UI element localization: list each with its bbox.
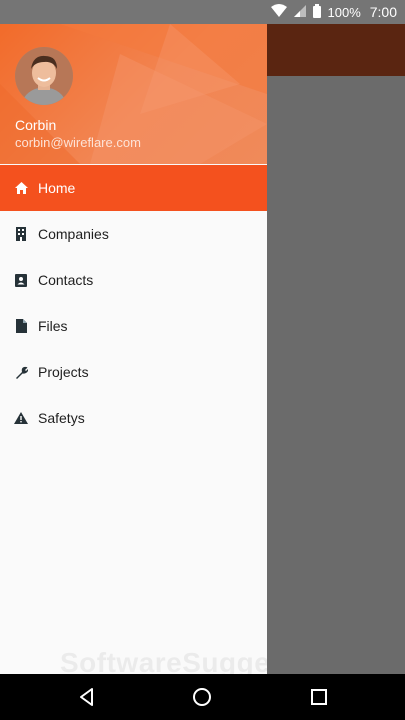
menu-item-files[interactable]: Files (0, 303, 267, 349)
navigation-drawer: Corbin corbin@wireflare.com Home Compani… (0, 24, 267, 674)
menu-item-label: Projects (38, 364, 89, 380)
contact-card-icon (14, 273, 28, 287)
menu-item-label: Contacts (38, 272, 94, 288)
warning-icon (14, 411, 28, 425)
home-circle-icon (193, 688, 211, 706)
menu-item-home[interactable]: Home (0, 165, 267, 211)
menu-item-companies[interactable]: Companies (0, 211, 267, 257)
back-button[interactable] (75, 685, 99, 709)
home-icon (14, 181, 28, 195)
back-triangle-icon (80, 688, 93, 706)
drawer-header: Corbin corbin@wireflare.com (0, 24, 267, 164)
recents-button[interactable] (307, 685, 331, 709)
watermark: SoftwareSuggest.com (60, 647, 267, 674)
status-bar: 100% 7:00 (0, 0, 405, 24)
signal-icon (293, 4, 306, 20)
user-email: corbin@wireflare.com (15, 135, 141, 150)
menu-item-label: Files (38, 318, 68, 334)
home-nav-button[interactable] (190, 685, 214, 709)
watermark-main: SoftwareSuggest (60, 647, 267, 674)
battery-icon (312, 3, 321, 21)
system-navigation-bar (0, 674, 405, 720)
avatar[interactable] (15, 47, 73, 105)
building-icon (14, 227, 28, 241)
menu-item-safetys[interactable]: Safetys (0, 395, 267, 441)
menu-item-contacts[interactable]: Contacts (0, 257, 267, 303)
drawer-menu: Home Companies Contacts Files Projects S… (0, 165, 267, 441)
wrench-icon (14, 365, 28, 379)
app-toolbar (267, 24, 405, 76)
menu-item-projects[interactable]: Projects (0, 349, 267, 395)
menu-item-label: Companies (38, 226, 109, 242)
user-name: Corbin (15, 117, 57, 133)
recents-square-icon (311, 689, 327, 705)
battery-level: 100% (327, 4, 361, 20)
menu-item-label: Home (38, 180, 76, 196)
drawer-scrim[interactable] (267, 76, 405, 674)
clock: 7:00 (369, 4, 397, 20)
file-icon (14, 319, 28, 333)
menu-item-label: Safetys (38, 410, 85, 426)
wifi-icon (270, 4, 287, 20)
